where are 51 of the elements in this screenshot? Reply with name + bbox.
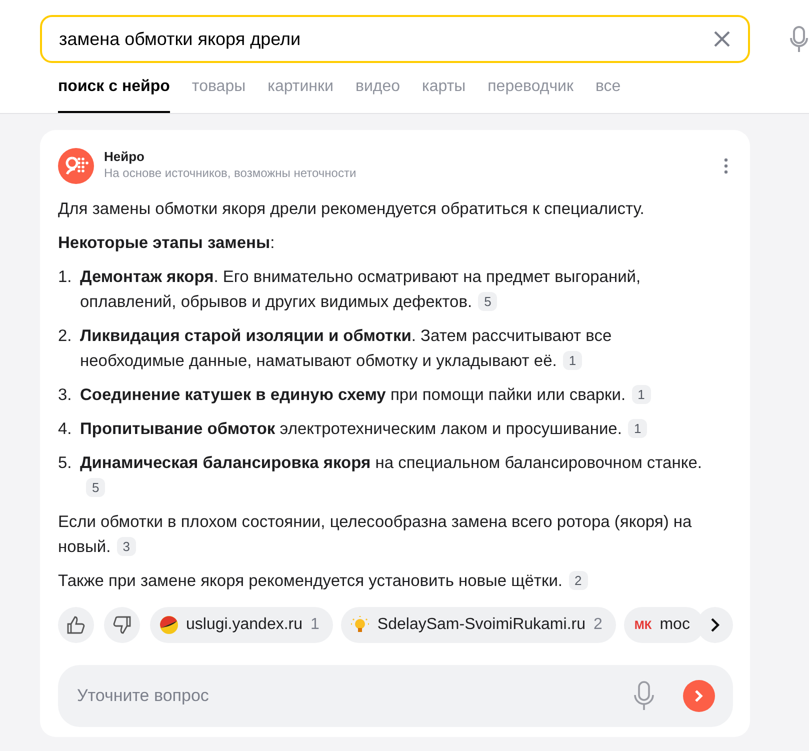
answer-paragraph: Также при замене якоря рекомендуется установить новые щётки. 2 bbox=[58, 569, 712, 594]
answer-paragraph: Для замены обмотки якоря дрели рекомендуется обратиться к специалисту. bbox=[58, 199, 646, 220]
list-number: 5. bbox=[58, 453, 73, 474]
answer-paragraph: Если обмотки в плохом состоянии, целесообразна замена всего ротора (якоря) на новый. 3 bbox=[58, 512, 693, 558]
list-number: 3. bbox=[58, 385, 73, 406]
like-button[interactable] bbox=[58, 607, 94, 643]
list-item-text: Соединение катушек в единую схему при помощи пайки или сварки. 1 bbox=[80, 383, 651, 408]
citation-badge[interactable]: 5 bbox=[86, 478, 106, 497]
send-button[interactable] bbox=[683, 680, 715, 712]
sphere-logo-icon bbox=[160, 616, 178, 634]
source-chip[interactable]: SdelaySam-SvoimiRukami.ru 2 bbox=[341, 607, 616, 643]
citation-badge[interactable]: 5 bbox=[478, 292, 498, 311]
microphone-icon[interactable] bbox=[790, 26, 808, 52]
microphone-icon[interactable] bbox=[633, 681, 655, 711]
citation-badge[interactable]: 2 bbox=[568, 571, 588, 590]
search-tab[interactable]: карты bbox=[422, 75, 466, 113]
answer-title: Нейро bbox=[104, 148, 146, 165]
list-item-text: Демонтаж якоря. Его внимательно осматривают на предмет выгораний, оплавлений, обрывов и других видимых дефектов. 5 bbox=[80, 267, 642, 313]
search-tab[interactable]: картинки bbox=[268, 75, 334, 113]
citation-badge[interactable]: 1 bbox=[628, 419, 648, 438]
followup-input[interactable]: Уточните вопрос bbox=[77, 665, 633, 727]
thumbs-down-icon bbox=[113, 616, 131, 634]
section-heading: Некоторые этапы замены: bbox=[58, 233, 276, 254]
chevron-right-icon bbox=[710, 617, 720, 633]
search-tab[interactable]: поиск с нейро bbox=[58, 75, 170, 113]
citation-badge[interactable]: 1 bbox=[562, 351, 582, 370]
chevron-right-icon bbox=[694, 689, 704, 703]
search-tab[interactable]: товары bbox=[192, 75, 246, 113]
more-icon[interactable] bbox=[724, 158, 728, 174]
list-number: 4. bbox=[58, 419, 73, 440]
list-number: 2. bbox=[58, 326, 73, 347]
close-icon[interactable] bbox=[713, 30, 731, 48]
lightbulb-icon bbox=[351, 616, 370, 634]
list-item-text: Динамическая балансировка якоря на специальном балансировочном станке. 5 bbox=[80, 453, 703, 499]
list-item-text: Ликвидация старой изоляции и обмотки. Затем рассчитывают все необходимые данные, наматывают обмотку и укладывают её. 1 bbox=[80, 326, 613, 372]
site-logo: МК bbox=[634, 617, 652, 634]
citation-badge[interactable]: 1 bbox=[632, 385, 651, 404]
answer-subtitle: На основе источников, возможны неточности bbox=[104, 165, 358, 181]
search-box[interactable]: замена обмотки якоря дрели bbox=[40, 15, 750, 63]
citation-badge[interactable]: 3 bbox=[116, 537, 136, 556]
dislike-button[interactable] bbox=[104, 607, 140, 643]
search-tab[interactable]: переводчик bbox=[488, 75, 574, 113]
neuro-logo-icon bbox=[58, 148, 94, 184]
search-tab[interactable]: видео bbox=[355, 75, 400, 113]
list-number: 1. bbox=[58, 267, 73, 288]
search-input[interactable]: замена обмотки якоря дрели bbox=[59, 17, 713, 61]
followup-box[interactable]: Уточните вопрос bbox=[58, 665, 733, 727]
source-chip[interactable]: uslugi.yandex.ru 1 bbox=[150, 607, 334, 643]
thumbs-up-icon bbox=[67, 616, 85, 634]
search-tab[interactable]: все bbox=[595, 75, 621, 113]
list-item-text: Пропитывание обмоток электротехническим лаком и просушивание. 1 bbox=[80, 417, 648, 442]
